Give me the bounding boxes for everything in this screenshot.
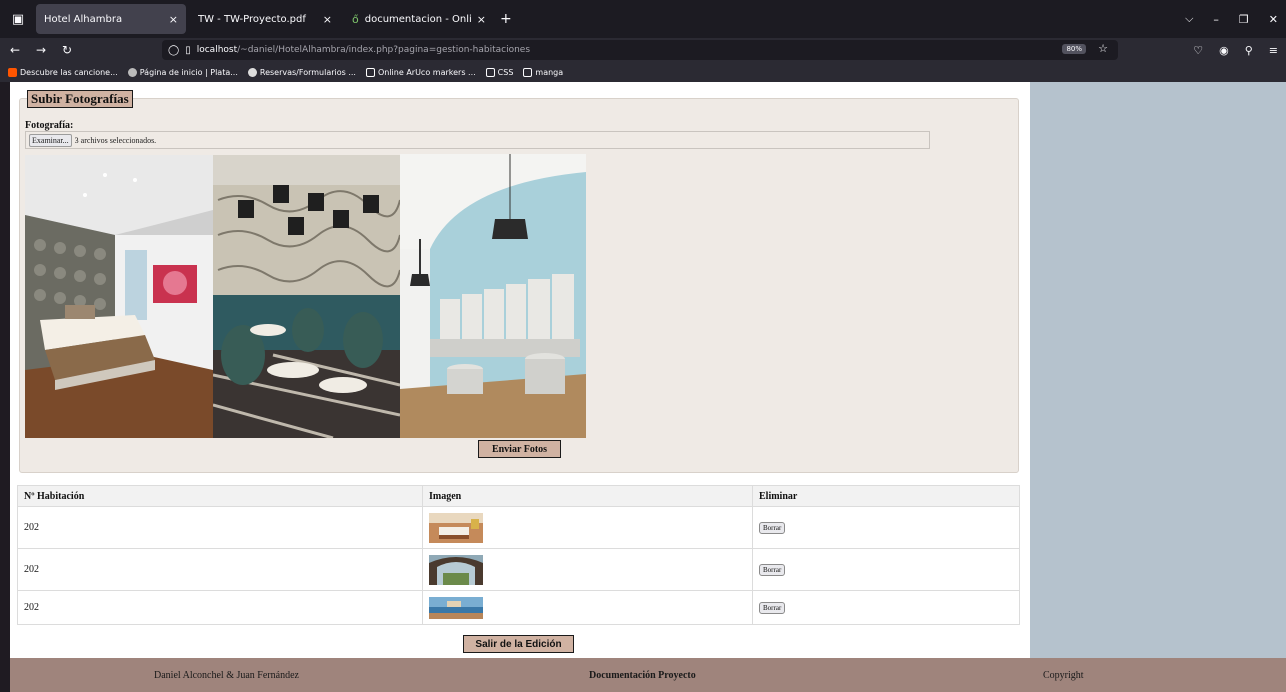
delete-photo-button[interactable]: Borrar [759, 521, 786, 534]
page-footer: Daniel Alconchel & Juan Fernández Docume… [10, 658, 1286, 692]
bookmark-label: CSS [497, 67, 514, 77]
zoom-level[interactable]: 80% [1062, 44, 1086, 54]
browser-tab-bar: ▣ Hotel Alhambra × TW - TW-Proyecto.pdf … [0, 0, 1286, 38]
tab-title: TW - TW-Proyecto.pdf [198, 13, 306, 25]
forward-icon[interactable]: → [30, 43, 52, 57]
tab-title: documentacion - Online LaT [364, 13, 471, 25]
files-status: 3 archivos seleccionados. [74, 135, 157, 145]
room-image-cell [422, 548, 753, 591]
footer-authors: Daniel Alconchel & Juan Fernández [154, 670, 299, 681]
room-number: 202 [17, 548, 423, 591]
bookmark-label: Reservas/Formularios ... [259, 67, 356, 77]
bookmark-reservas[interactable]: Reservas/Formularios ... [247, 67, 356, 77]
bookmark-plataforma[interactable]: Página de inicio | Plata... [127, 67, 238, 77]
tab-hotel-alhambra[interactable]: Hotel Alhambra × [36, 4, 186, 34]
delete-cell: Borrar [752, 506, 1020, 549]
upload-photos-fieldset: Subir Fotografías Fotografía: Examinar..… [19, 90, 1019, 473]
room-number: 202 [17, 506, 423, 549]
tab-documentacion[interactable]: ő documentacion - Online LaT × [344, 4, 494, 34]
address-bar[interactable]: ◯ ▯ localhost /~daniel/HotelAlhambra/ind… [162, 40, 1118, 60]
room-number: 202 [17, 590, 423, 625]
bookmark-soundcloud[interactable]: Descubre las cancione... [8, 67, 118, 77]
column-header-room: Nº Habitación [17, 485, 423, 507]
soundcloud-icon [8, 67, 17, 77]
chevron-down-icon[interactable]: ⌵ [1185, 12, 1193, 26]
close-icon[interactable]: × [477, 13, 486, 26]
bookmark-folder-manga[interactable]: manga [523, 67, 564, 77]
rooms-photos-table: Nº Habitación Imagen Eliminar 202 Borrar… [17, 485, 1020, 625]
close-icon[interactable]: × [323, 13, 332, 26]
bookmark-star-icon[interactable]: ☆ [1098, 42, 1108, 55]
room-thumbnail [429, 596, 483, 619]
table-header-row: Nº Habitación Imagen Eliminar [17, 485, 1020, 507]
send-photos-button[interactable]: Enviar Fotos [478, 440, 561, 458]
bookmark-label: Descubre las cancione... [20, 67, 118, 77]
room-thumbnail [429, 512, 483, 543]
preview-photo-lounge [400, 154, 586, 438]
url-path: /~daniel/HotelAlhambra/index.php?pagina=… [237, 45, 531, 55]
toolbar-right: ♡ ◉ ⚲ ≡ [1193, 38, 1278, 62]
window-controls: ⌵ – ❐ ✕ [1185, 0, 1278, 38]
bookmark-label: Online ArUco markers ... [377, 67, 476, 77]
table-row: 202 Borrar [17, 548, 1020, 591]
main-content: Subir Fotografías Fotografía: Examinar..… [10, 82, 1030, 658]
tab-overview-icon[interactable]: ▣ [4, 5, 32, 33]
table-row: 202 Borrar [17, 506, 1020, 549]
shield-icon: ◯ [168, 44, 180, 56]
back-icon[interactable]: ← [4, 43, 26, 57]
room-image-cell [422, 506, 753, 549]
table-row: 202 Borrar [17, 590, 1020, 625]
browse-button[interactable]: Examinar... [29, 133, 72, 147]
delete-cell: Borrar [752, 548, 1020, 591]
preview-photo-restaurant [213, 155, 400, 438]
footer-copyright: Copyright [1043, 670, 1084, 681]
delete-photo-button[interactable]: Borrar [759, 601, 786, 614]
tab-tw-proyecto[interactable]: TW - TW-Proyecto.pdf × [190, 4, 340, 34]
bookmarks-bar: Descubre las cancione... Página de inici… [0, 62, 1286, 82]
bookmark-folder-css[interactable]: CSS [485, 67, 514, 77]
reload-icon[interactable]: ↻ [56, 43, 78, 57]
footer-docs-link[interactable]: Documentación Proyecto [589, 670, 696, 681]
folder-icon [523, 67, 533, 77]
photo-field-label: Fotografía: [25, 120, 74, 131]
pocket-icon[interactable]: ♡ [1193, 44, 1203, 57]
tab-title: Hotel Alhambra [44, 13, 123, 25]
bookmark-aruco[interactable]: Online ArUco markers ... [365, 67, 476, 77]
upload-legend: Subir Fotografías [27, 90, 133, 108]
overleaf-icon: ő [352, 12, 359, 26]
delete-cell: Borrar [752, 590, 1020, 625]
column-header-image: Imagen [422, 485, 753, 507]
new-tab-button[interactable]: + [500, 11, 512, 27]
extensions-icon[interactable]: ⚲ [1245, 44, 1253, 57]
preview-photo-bedroom [25, 155, 213, 438]
delete-photo-button[interactable]: Borrar [759, 563, 786, 576]
menu-icon[interactable]: ≡ [1269, 44, 1278, 57]
bookmark-label: Página de inicio | Plata... [139, 67, 238, 77]
bookmark-label: manga [535, 67, 564, 77]
restore-icon[interactable]: ❐ [1239, 13, 1249, 26]
globe-icon [247, 67, 257, 77]
close-icon[interactable]: × [169, 13, 178, 26]
close-window-icon[interactable]: ✕ [1269, 13, 1278, 26]
page-icon: ▯ [185, 44, 191, 56]
moodle-icon [127, 67, 137, 77]
aruco-icon [365, 67, 375, 77]
page-viewport: Subir Fotografías Fotografía: Examinar..… [10, 82, 1286, 692]
room-image-cell [422, 590, 753, 625]
exit-edit-button[interactable]: Salir de la Edición [463, 635, 574, 653]
room-thumbnail [429, 554, 483, 585]
browser-nav-bar: ← → ↻ ◯ ▯ localhost /~daniel/HotelAlhamb… [0, 38, 1286, 62]
minimize-icon[interactable]: – [1213, 13, 1219, 26]
folder-icon [485, 67, 495, 77]
column-header-delete: Eliminar [752, 485, 1020, 507]
photo-file-input[interactable]: Examinar... 3 archivos seleccionados. [25, 131, 930, 149]
account-icon[interactable]: ◉ [1219, 44, 1229, 57]
url-host: localhost [196, 45, 238, 55]
